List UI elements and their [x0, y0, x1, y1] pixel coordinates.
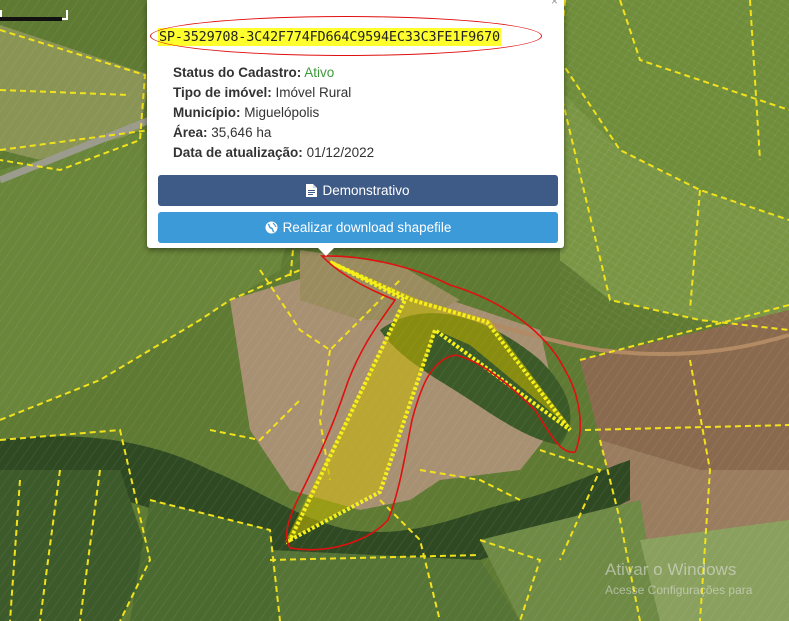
download-shapefile-button[interactable]: Realizar download shapefile — [158, 212, 558, 243]
file-icon — [306, 184, 318, 197]
crop-rows-texture — [560, 0, 789, 330]
info-row-status: Status do Cadastro: Ativo — [173, 63, 374, 83]
watermark-title: Ativar o Windows — [605, 560, 737, 579]
info-label: Município: — [173, 105, 241, 120]
popup-pointer — [316, 246, 336, 256]
info-value: 01/12/2022 — [306, 145, 375, 160]
info-label: Tipo de imóvel: — [173, 85, 272, 100]
property-info: Status do Cadastro: Ativo Tipo de imóvel… — [173, 63, 374, 163]
info-row-tipo: Tipo de imóvel: Imóvel Rural — [173, 83, 374, 103]
car-code: SP-3529708-3C42F774FD664C9594EC33C3FE1F9… — [158, 28, 501, 46]
demonstrativo-button[interactable]: Demonstrativo — [158, 175, 558, 206]
info-row-data: Data de atualização: 01/12/2022 — [173, 143, 374, 163]
info-value: Miguelópolis — [244, 105, 320, 120]
download-shapefile-label: Realizar download shapefile — [282, 220, 452, 235]
info-label: Área: — [173, 125, 208, 140]
property-popup: × SP-3529708-3C42F774FD664C9594EC33C3FE1… — [147, 0, 564, 248]
info-label: Data de atualização: — [173, 145, 303, 160]
watermark-subtitle: Acesse Configurações para — [605, 583, 753, 597]
info-value: Imóvel Rural — [275, 85, 352, 100]
close-icon[interactable]: × — [551, 0, 558, 8]
scale-bar-fill — [0, 17, 62, 21]
info-row-area: Área: 35,646 ha — [173, 123, 374, 143]
info-row-municipio: Município: Miguelópolis — [173, 103, 374, 123]
info-value: 35,646 ha — [211, 125, 272, 140]
windows-activation-watermark: Ativar o Windows Acesse Configurações pa… — [605, 560, 752, 597]
status-value: Ativo — [304, 65, 335, 80]
demonstrativo-label: Demonstrativo — [322, 183, 410, 198]
info-label: Status do Cadastro: — [173, 65, 302, 80]
globe-icon — [265, 221, 278, 234]
